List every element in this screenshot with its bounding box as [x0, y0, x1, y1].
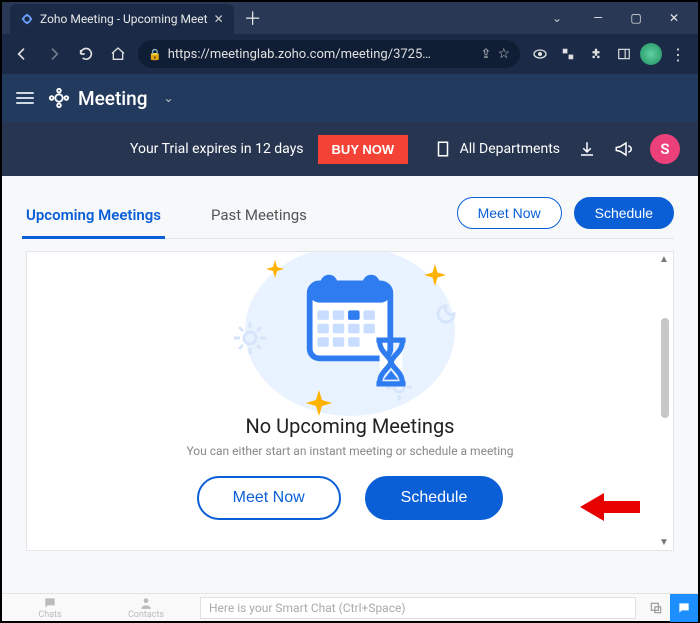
address-bar[interactable]: 🔒 https://meetinglab.zoho.com/meeting/37…	[138, 40, 520, 68]
sidepanel-icon[interactable]	[612, 42, 636, 66]
user-avatar[interactable]: S	[650, 134, 680, 164]
bookmark-icon[interactable]: ☆	[497, 46, 510, 62]
tab-title: Zoho Meeting - Upcoming Meet	[40, 12, 208, 26]
app-header: Meeting ⌄	[2, 74, 698, 122]
department-selector[interactable]: All Departments	[434, 140, 560, 158]
close-window-button[interactable]: ✕	[656, 4, 692, 32]
trial-text: Your Trial expires in 12 days	[130, 141, 304, 157]
footer-popout-icon[interactable]	[642, 594, 670, 622]
building-icon	[434, 140, 452, 158]
tab-strip: Zoho Meeting - Upcoming Meet ✕ ＋	[2, 2, 272, 34]
window-titlebar: Zoho Meeting - Upcoming Meet ✕ ＋ ⌄ ― ▢ ✕	[2, 2, 698, 34]
extensions-icon[interactable]	[584, 42, 608, 66]
empty-schedule-button[interactable]: Schedule	[365, 476, 504, 520]
empty-subtitle: You can either start an instant meeting …	[186, 444, 513, 458]
brand-icon	[48, 87, 70, 109]
toolbar-right-icons: ⋮	[528, 42, 690, 66]
empty-state: No Upcoming Meetings You can either star…	[27, 252, 673, 550]
url-text: https://meetinglab.zoho.com/meeting/3725…	[168, 47, 475, 62]
empty-illustration	[220, 251, 480, 410]
smart-chat-input[interactable]: Here is your Smart Chat (Ctrl+Space)	[200, 597, 636, 619]
panel-scrollbar[interactable]: ▲ ▼	[657, 254, 671, 548]
sparkle-icon	[424, 264, 446, 286]
scroll-thumb[interactable]	[661, 318, 669, 418]
home-button[interactable]	[106, 42, 130, 66]
meetings-topbar: Upcoming Meetings Past Meetings Meet Now…	[26, 194, 674, 239]
footer-contacts[interactable]: Contacts	[98, 596, 194, 620]
minimize-button[interactable]: ―	[580, 4, 616, 32]
sparkle-icon	[306, 390, 332, 416]
sparkle-icon	[266, 260, 284, 278]
back-button[interactable]	[10, 42, 34, 66]
moon-doodle-icon	[434, 300, 462, 328]
footer-chat-button[interactable]	[670, 594, 698, 622]
maximize-button[interactable]: ▢	[618, 4, 654, 32]
schedule-button[interactable]: Schedule	[574, 197, 674, 229]
eye-icon[interactable]	[528, 42, 552, 66]
forward-button[interactable]	[42, 42, 66, 66]
bottom-bar: Chats Contacts Here is your Smart Chat (…	[2, 593, 698, 621]
empty-title: No Upcoming Meetings	[245, 414, 454, 438]
lock-icon: 🔒	[148, 48, 162, 61]
scroll-up-icon[interactable]: ▲	[657, 254, 671, 265]
close-tab-icon[interactable]: ✕	[214, 12, 224, 26]
window-controls: ― ▢ ✕	[580, 4, 698, 32]
trial-banner: Your Trial expires in 12 days BUY NOW Al…	[2, 122, 698, 176]
share-icon[interactable]: ⇪	[481, 47, 492, 62]
empty-meet-now-button[interactable]: Meet Now	[197, 476, 341, 520]
new-tab-button[interactable]: ＋	[234, 5, 272, 31]
reload-button[interactable]	[74, 42, 98, 66]
profile-avatar-icon[interactable]	[640, 43, 662, 65]
department-label: All Departments	[460, 141, 560, 157]
empty-actions: Meet Now Schedule	[197, 476, 504, 520]
scroll-down-icon[interactable]: ▼	[657, 537, 671, 548]
brand[interactable]: Meeting ⌄	[48, 87, 174, 110]
translate-icon[interactable]	[556, 42, 580, 66]
hamburger-icon[interactable]	[16, 92, 34, 104]
tab-upcoming-meetings[interactable]: Upcoming Meetings	[26, 194, 161, 238]
download-icon[interactable]	[578, 140, 596, 158]
tabs-dropdown-icon[interactable]: ⌄	[534, 11, 580, 25]
buy-now-button[interactable]: BUY NOW	[318, 135, 409, 164]
brand-dropdown-icon[interactable]: ⌄	[164, 91, 174, 105]
meet-now-button[interactable]: Meet Now	[457, 197, 562, 229]
tab-past-meetings[interactable]: Past Meetings	[211, 194, 307, 238]
sun-doodle-icon	[230, 318, 270, 358]
browser-toolbar: 🔒 https://meetinglab.zoho.com/meeting/37…	[2, 34, 698, 74]
browser-tab[interactable]: Zoho Meeting - Upcoming Meet ✕	[10, 4, 234, 34]
main-content: Upcoming Meetings Past Meetings Meet Now…	[2, 176, 698, 593]
hourglass-icon	[370, 336, 412, 388]
menu-icon[interactable]: ⋮	[666, 42, 690, 66]
zoho-favicon	[20, 12, 34, 26]
brand-name: Meeting	[78, 87, 148, 110]
meetings-tabs: Upcoming Meetings Past Meetings	[26, 194, 307, 238]
announce-icon[interactable]	[614, 140, 632, 158]
footer-chats[interactable]: Chats	[2, 596, 98, 620]
meetings-panel: No Upcoming Meetings You can either star…	[26, 251, 674, 551]
